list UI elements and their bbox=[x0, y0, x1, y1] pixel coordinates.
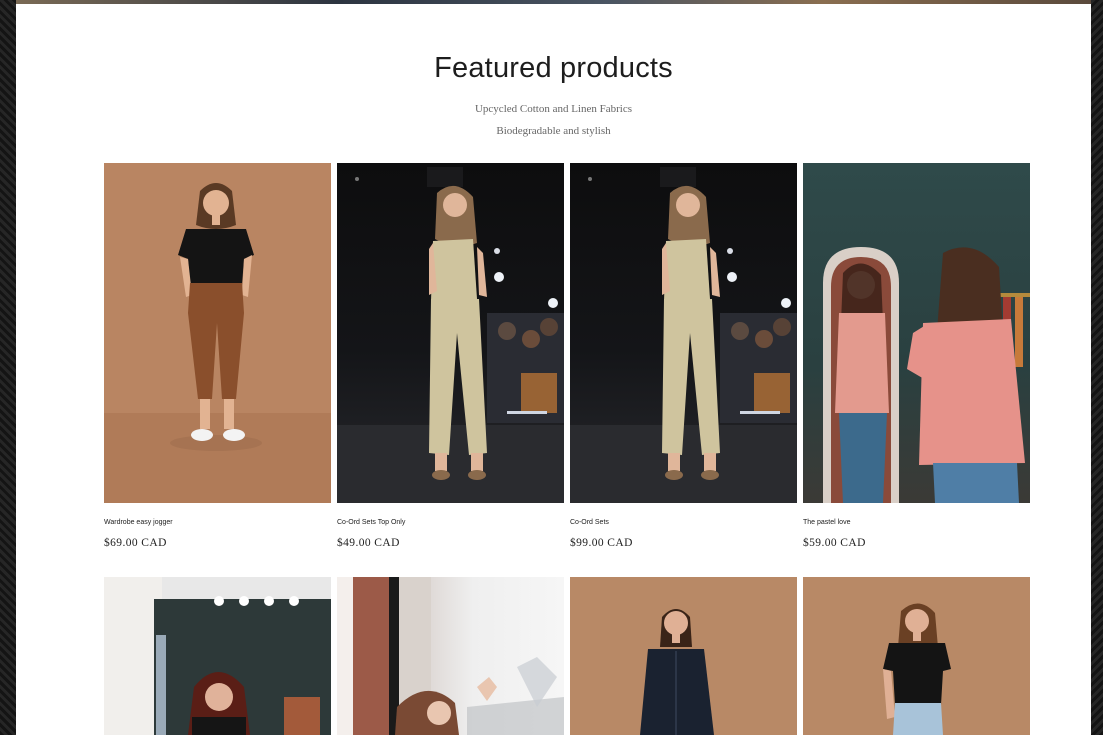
dark-frame-left bbox=[0, 0, 16, 735]
product-card[interactable] bbox=[104, 577, 331, 735]
product-card[interactable] bbox=[570, 577, 797, 735]
product-title[interactable]: The pastel love bbox=[803, 519, 1030, 529]
product-title[interactable]: Wardrobe easy jogger bbox=[104, 519, 331, 529]
product-image[interactable] bbox=[104, 163, 331, 503]
section-subtitle-line2: Biodegradable and stylish bbox=[496, 125, 611, 137]
product-image[interactable] bbox=[570, 577, 797, 735]
section-title: Featured products bbox=[434, 52, 673, 84]
product-image[interactable] bbox=[570, 163, 797, 503]
product-image[interactable] bbox=[803, 163, 1030, 503]
product-price: $59.00 CAD bbox=[803, 537, 866, 549]
featured-products-section: Featured products Upcycled Cotton and Li… bbox=[16, 4, 1091, 735]
product-image[interactable] bbox=[337, 163, 564, 503]
product-title[interactable]: Co-Ord Sets Top Only bbox=[337, 519, 564, 529]
section-subtitle-line1: Upcycled Cotton and Linen Fabrics bbox=[474, 103, 633, 115]
product-card[interactable]: Wardrobe easy jogger $69.00 CAD bbox=[104, 163, 331, 549]
product-title[interactable]: Co-Ord Sets bbox=[570, 519, 797, 529]
product-card[interactable] bbox=[337, 577, 564, 735]
product-card[interactable]: The pastel love $59.00 CAD bbox=[803, 163, 1030, 549]
product-card[interactable] bbox=[803, 577, 1030, 735]
product-image[interactable] bbox=[803, 577, 1030, 735]
product-price: $99.00 CAD bbox=[570, 537, 633, 549]
product-price: $49.00 CAD bbox=[337, 537, 400, 549]
product-image[interactable] bbox=[104, 577, 331, 735]
product-image[interactable] bbox=[337, 577, 564, 735]
product-card[interactable]: Co-Ord Sets Top Only $49.00 CAD bbox=[337, 163, 564, 549]
product-price: $69.00 CAD bbox=[104, 537, 167, 549]
dark-frame-right bbox=[1091, 0, 1103, 735]
product-card[interactable]: Co-Ord Sets $99.00 CAD bbox=[570, 163, 797, 549]
